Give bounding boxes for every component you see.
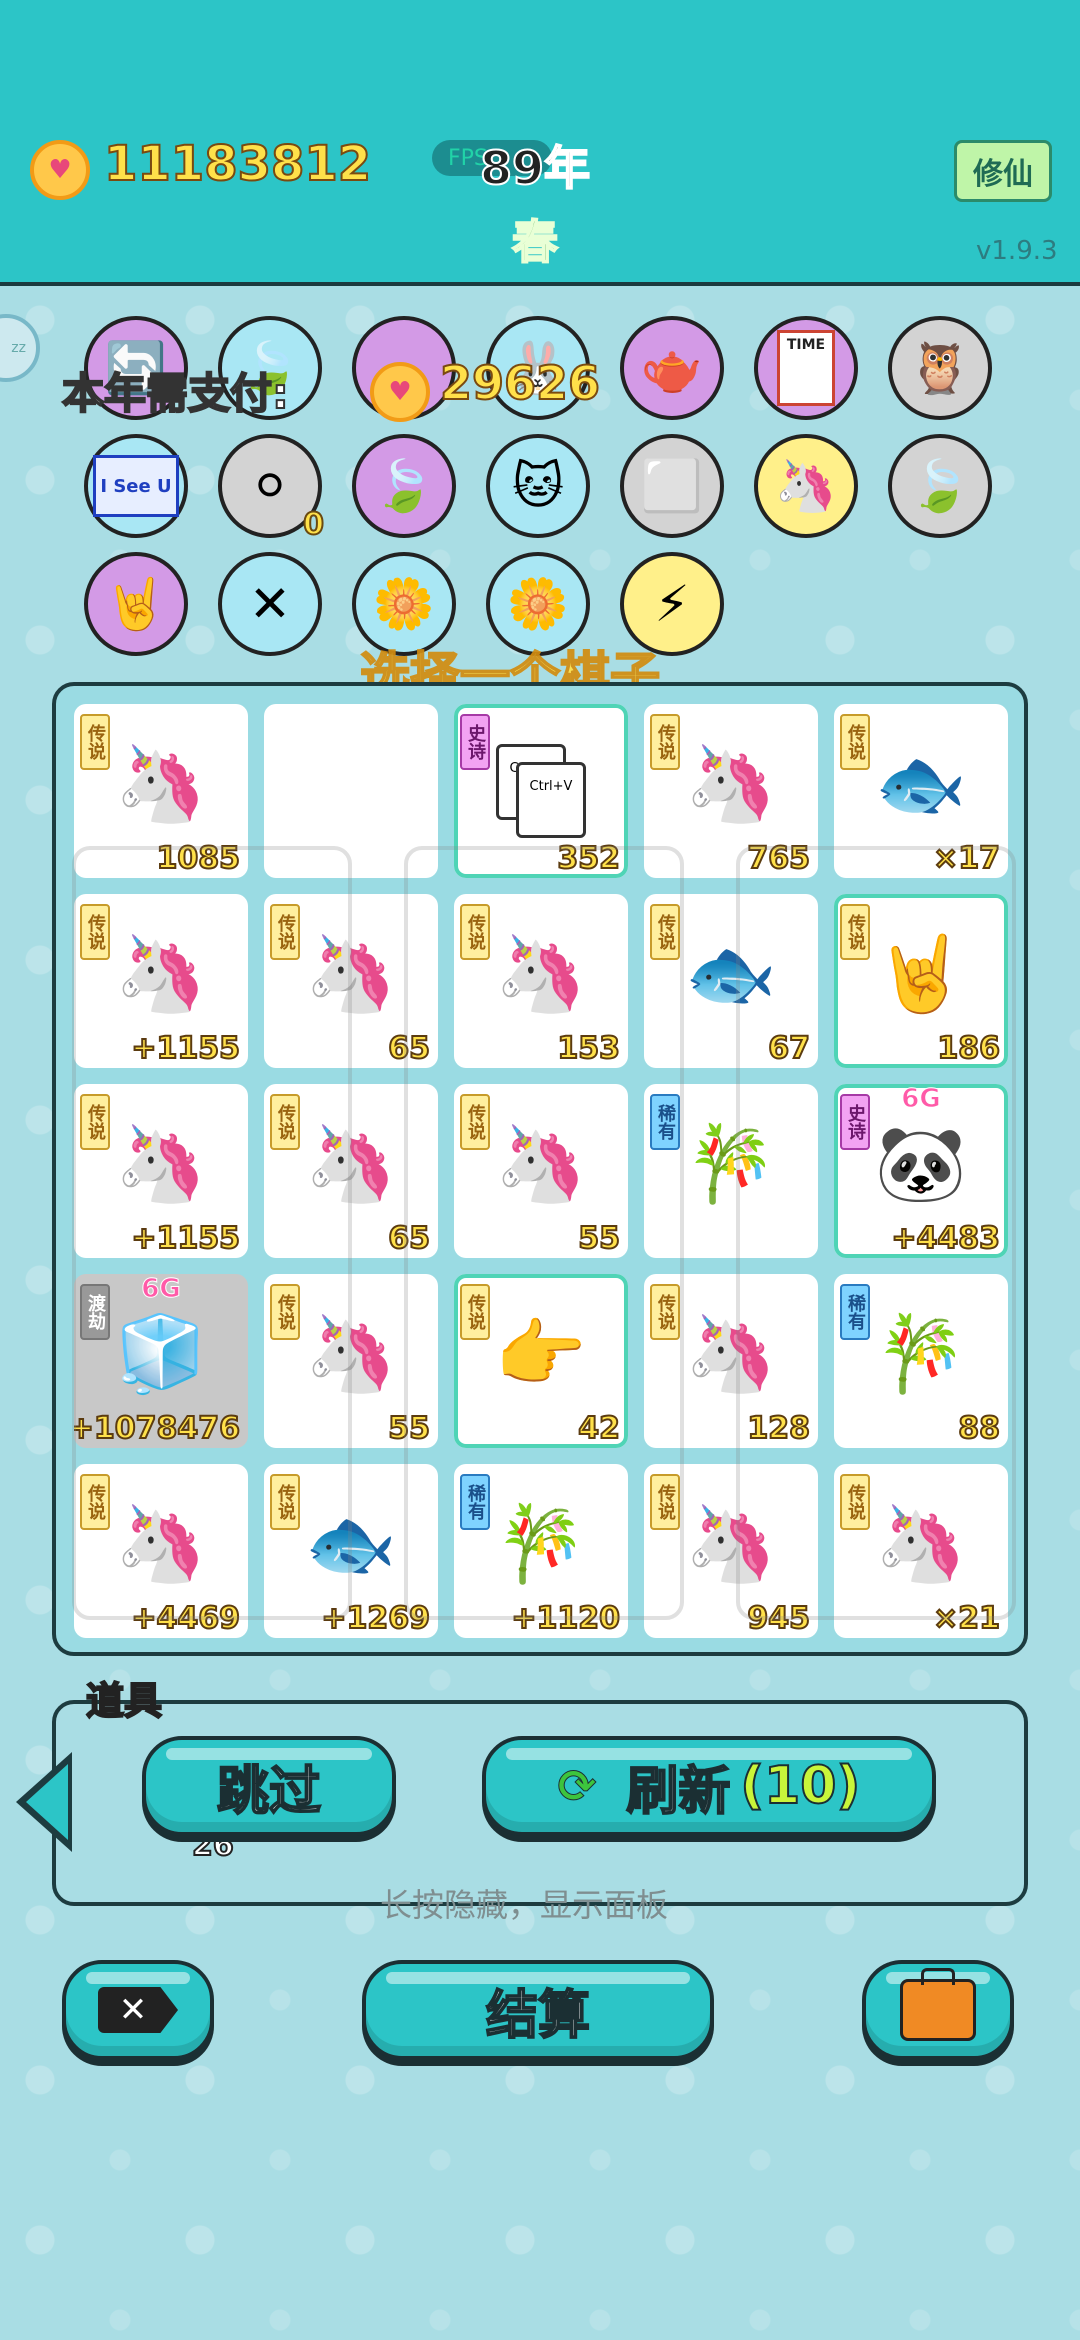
hide-panel-hint: 长按隐藏，显示面板 xyxy=(380,1886,669,1924)
refresh-icon: ⟳ xyxy=(557,1759,597,1814)
year-display: 89年 xyxy=(479,140,591,196)
payment-label: 本年需支付: xyxy=(61,368,290,419)
version-label: v1.9.3 xyxy=(976,236,1058,266)
relic-slot[interactable]: 🦄 xyxy=(754,434,858,538)
crowned-unicorn-icon: 🦄 xyxy=(114,740,208,827)
ghost-panel xyxy=(404,846,684,1620)
season-display: 春 xyxy=(511,214,559,270)
sleep-label: zz xyxy=(11,340,26,356)
flower-pot-icon: 🌼 xyxy=(372,574,436,633)
close-icon: ✕ xyxy=(98,1987,178,2033)
top-bar: ♥ 11183812 FPS 89年 春 修仙 v1.9.3 xyxy=(0,0,1080,286)
relic-slot[interactable]: TIME xyxy=(754,316,858,420)
inventory-button[interactable] xyxy=(862,1960,1014,2060)
crowned-unicorn-icon: 🦄 xyxy=(684,740,778,827)
relic-slot[interactable]: ⚪ 0 xyxy=(218,434,325,543)
relic-slot[interactable]: 🍃 xyxy=(352,434,456,538)
chopsticks-icon: ✕ xyxy=(249,575,291,633)
ghost-panel xyxy=(72,846,352,1620)
leaf-icon: 🍃 xyxy=(908,456,972,515)
coin-icon: ♥ xyxy=(30,140,90,200)
refresh-button[interactable]: ⟳ 刷新 (10) xyxy=(482,1736,936,1836)
owls-icon: 🦉 xyxy=(908,338,972,397)
lightning-icon: ⚡ xyxy=(654,575,690,633)
egg-tray-icon: ⚪ xyxy=(249,457,291,515)
relic-slot[interactable]: ⬜ xyxy=(620,434,724,538)
relic-slot[interactable]: 🍃 xyxy=(888,434,992,538)
button-highlight xyxy=(386,1972,690,1984)
briefcase-icon xyxy=(900,1968,976,2041)
coin-total: 11183812 xyxy=(103,135,372,193)
flower-pot-icon: 🌼 xyxy=(506,574,570,633)
refresh-count: (10) xyxy=(739,1755,861,1817)
skip-button[interactable]: 跳过 xyxy=(142,1736,396,1836)
button-highlight xyxy=(506,1748,912,1760)
relic-slot[interactable]: I See U xyxy=(84,434,188,538)
arrow-left-fill xyxy=(26,1764,68,1840)
paste-label: Ctrl+V xyxy=(516,762,586,838)
i-see-u-icon: I See U xyxy=(93,455,179,517)
gravy-boat-icon: 🫖 xyxy=(640,338,704,397)
cultivate-button[interactable]: 修仙 xyxy=(954,140,1052,202)
time-magazine-icon: TIME xyxy=(777,330,835,406)
rarity-tag: 史诗 xyxy=(460,714,490,770)
settle-button[interactable]: 结算 xyxy=(362,1960,714,2060)
leaf-icon: 🍃 xyxy=(372,456,436,515)
items-label: 道具 xyxy=(85,1678,163,1724)
close-button[interactable]: ✕ xyxy=(62,1960,214,2060)
relic-slot[interactable]: 🫖 xyxy=(620,316,724,420)
relic-slot[interactable]: 🦉 xyxy=(888,316,992,420)
rock-hand-icon: 🤘 xyxy=(104,574,168,633)
relic-slot[interactable]: 🐱 xyxy=(486,434,590,538)
ghost-panel xyxy=(736,846,1016,1620)
koi-fish-icon: 🐟 xyxy=(874,740,968,827)
relic-count: 0 xyxy=(302,506,325,543)
payment-coin-icon: ♥ xyxy=(370,362,430,422)
copy-paste-icon: Ctrl+CCtrl+V xyxy=(496,744,588,838)
button-highlight xyxy=(86,1972,190,1984)
relic-slot[interactable]: ✕ xyxy=(218,552,322,656)
button-highlight xyxy=(166,1748,372,1760)
unicorn-icon: 🦄 xyxy=(774,456,838,515)
cat-icon: 🐱 xyxy=(511,457,565,515)
payment-amount: 29626 xyxy=(439,355,601,411)
sugar-cubes-icon: ⬜ xyxy=(640,456,704,515)
relic-slot[interactable]: 🤘 xyxy=(84,552,188,656)
